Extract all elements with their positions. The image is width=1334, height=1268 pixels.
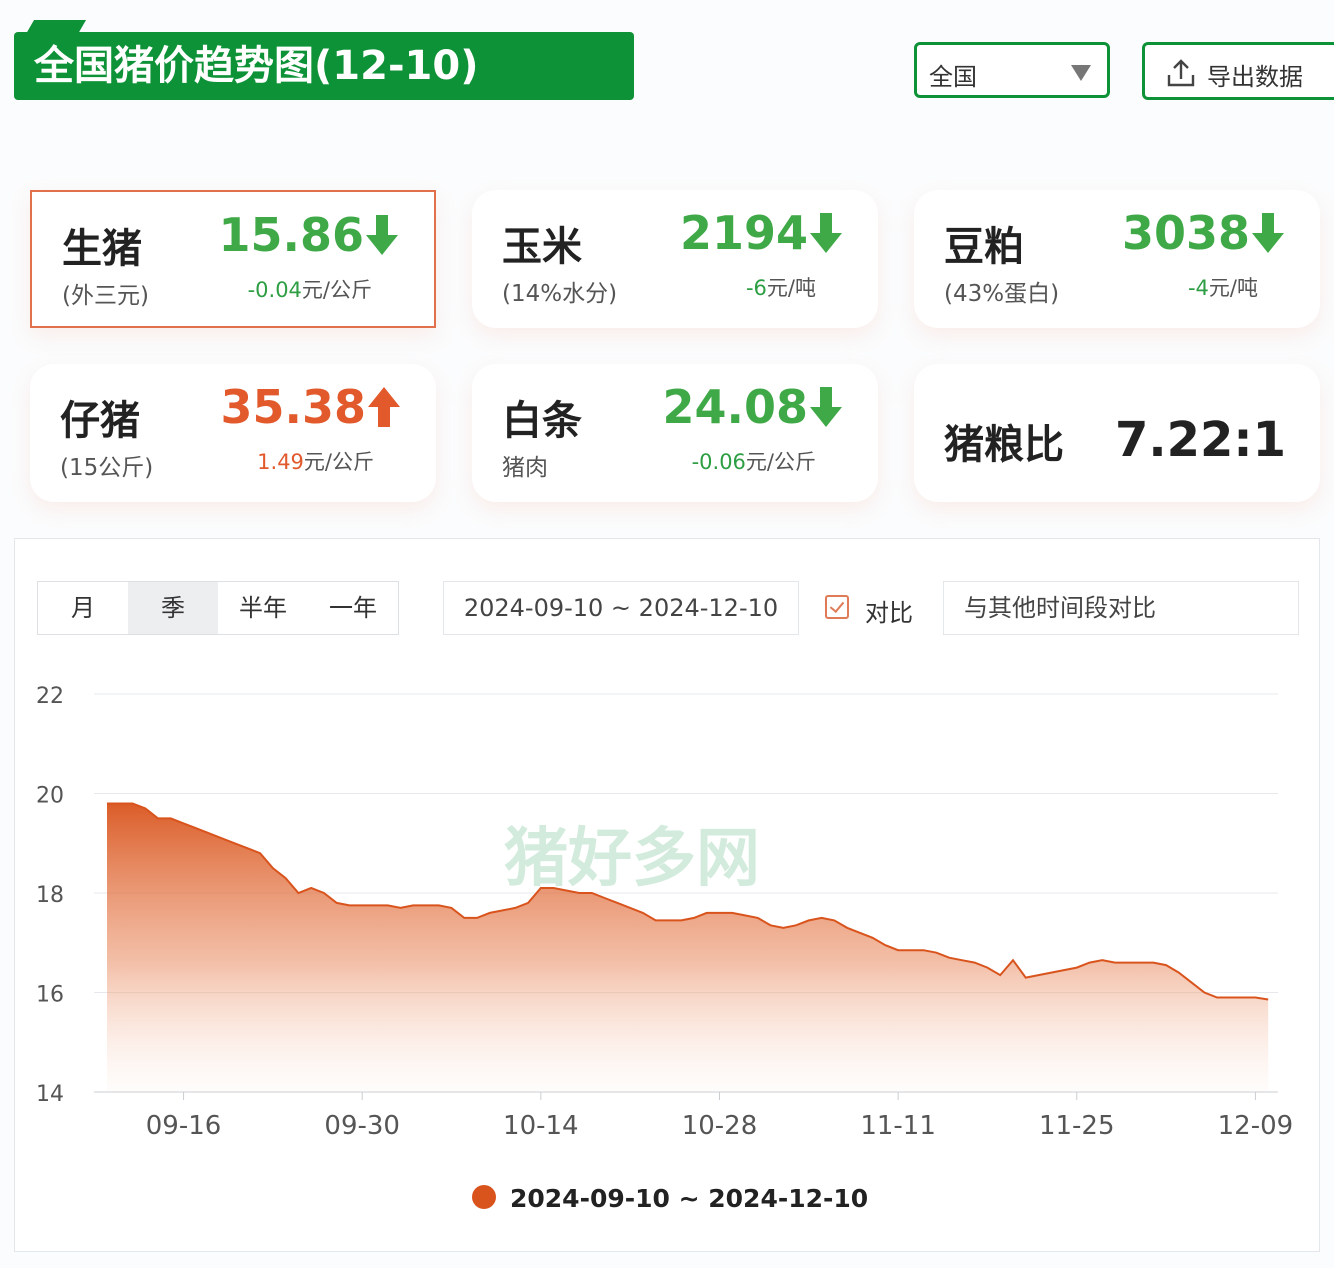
- y-tick-label: 22: [36, 684, 64, 709]
- x-tick-label: 12-09: [1218, 1111, 1294, 1141]
- x-tick-label: 09-30: [324, 1111, 400, 1141]
- y-tick-label: 16: [36, 983, 64, 1008]
- legend-marker: [472, 1185, 496, 1209]
- x-tick-label: 11-11: [860, 1111, 936, 1141]
- chart-legend[interactable]: 2024-09-10 ~ 2024-12-10: [472, 1184, 868, 1213]
- legend-label: 2024-09-10 ~ 2024-12-10: [510, 1184, 868, 1213]
- y-tick-label: 18: [36, 883, 64, 908]
- x-tick-label: 10-14: [503, 1111, 579, 1141]
- x-tick-label: 11-25: [1039, 1111, 1115, 1141]
- watermark-text: 猪好多网: [504, 822, 760, 896]
- y-tick-label: 20: [36, 784, 64, 809]
- price-trend-chart: 14 16 18 20 22 09-16 09-30 10-14 10-28 11-11 11-2…: [36, 684, 1294, 1213]
- x-tick-label: 10-28: [682, 1111, 758, 1141]
- y-tick-label: 14: [36, 1082, 64, 1107]
- x-tick-label: 09-16: [146, 1111, 222, 1141]
